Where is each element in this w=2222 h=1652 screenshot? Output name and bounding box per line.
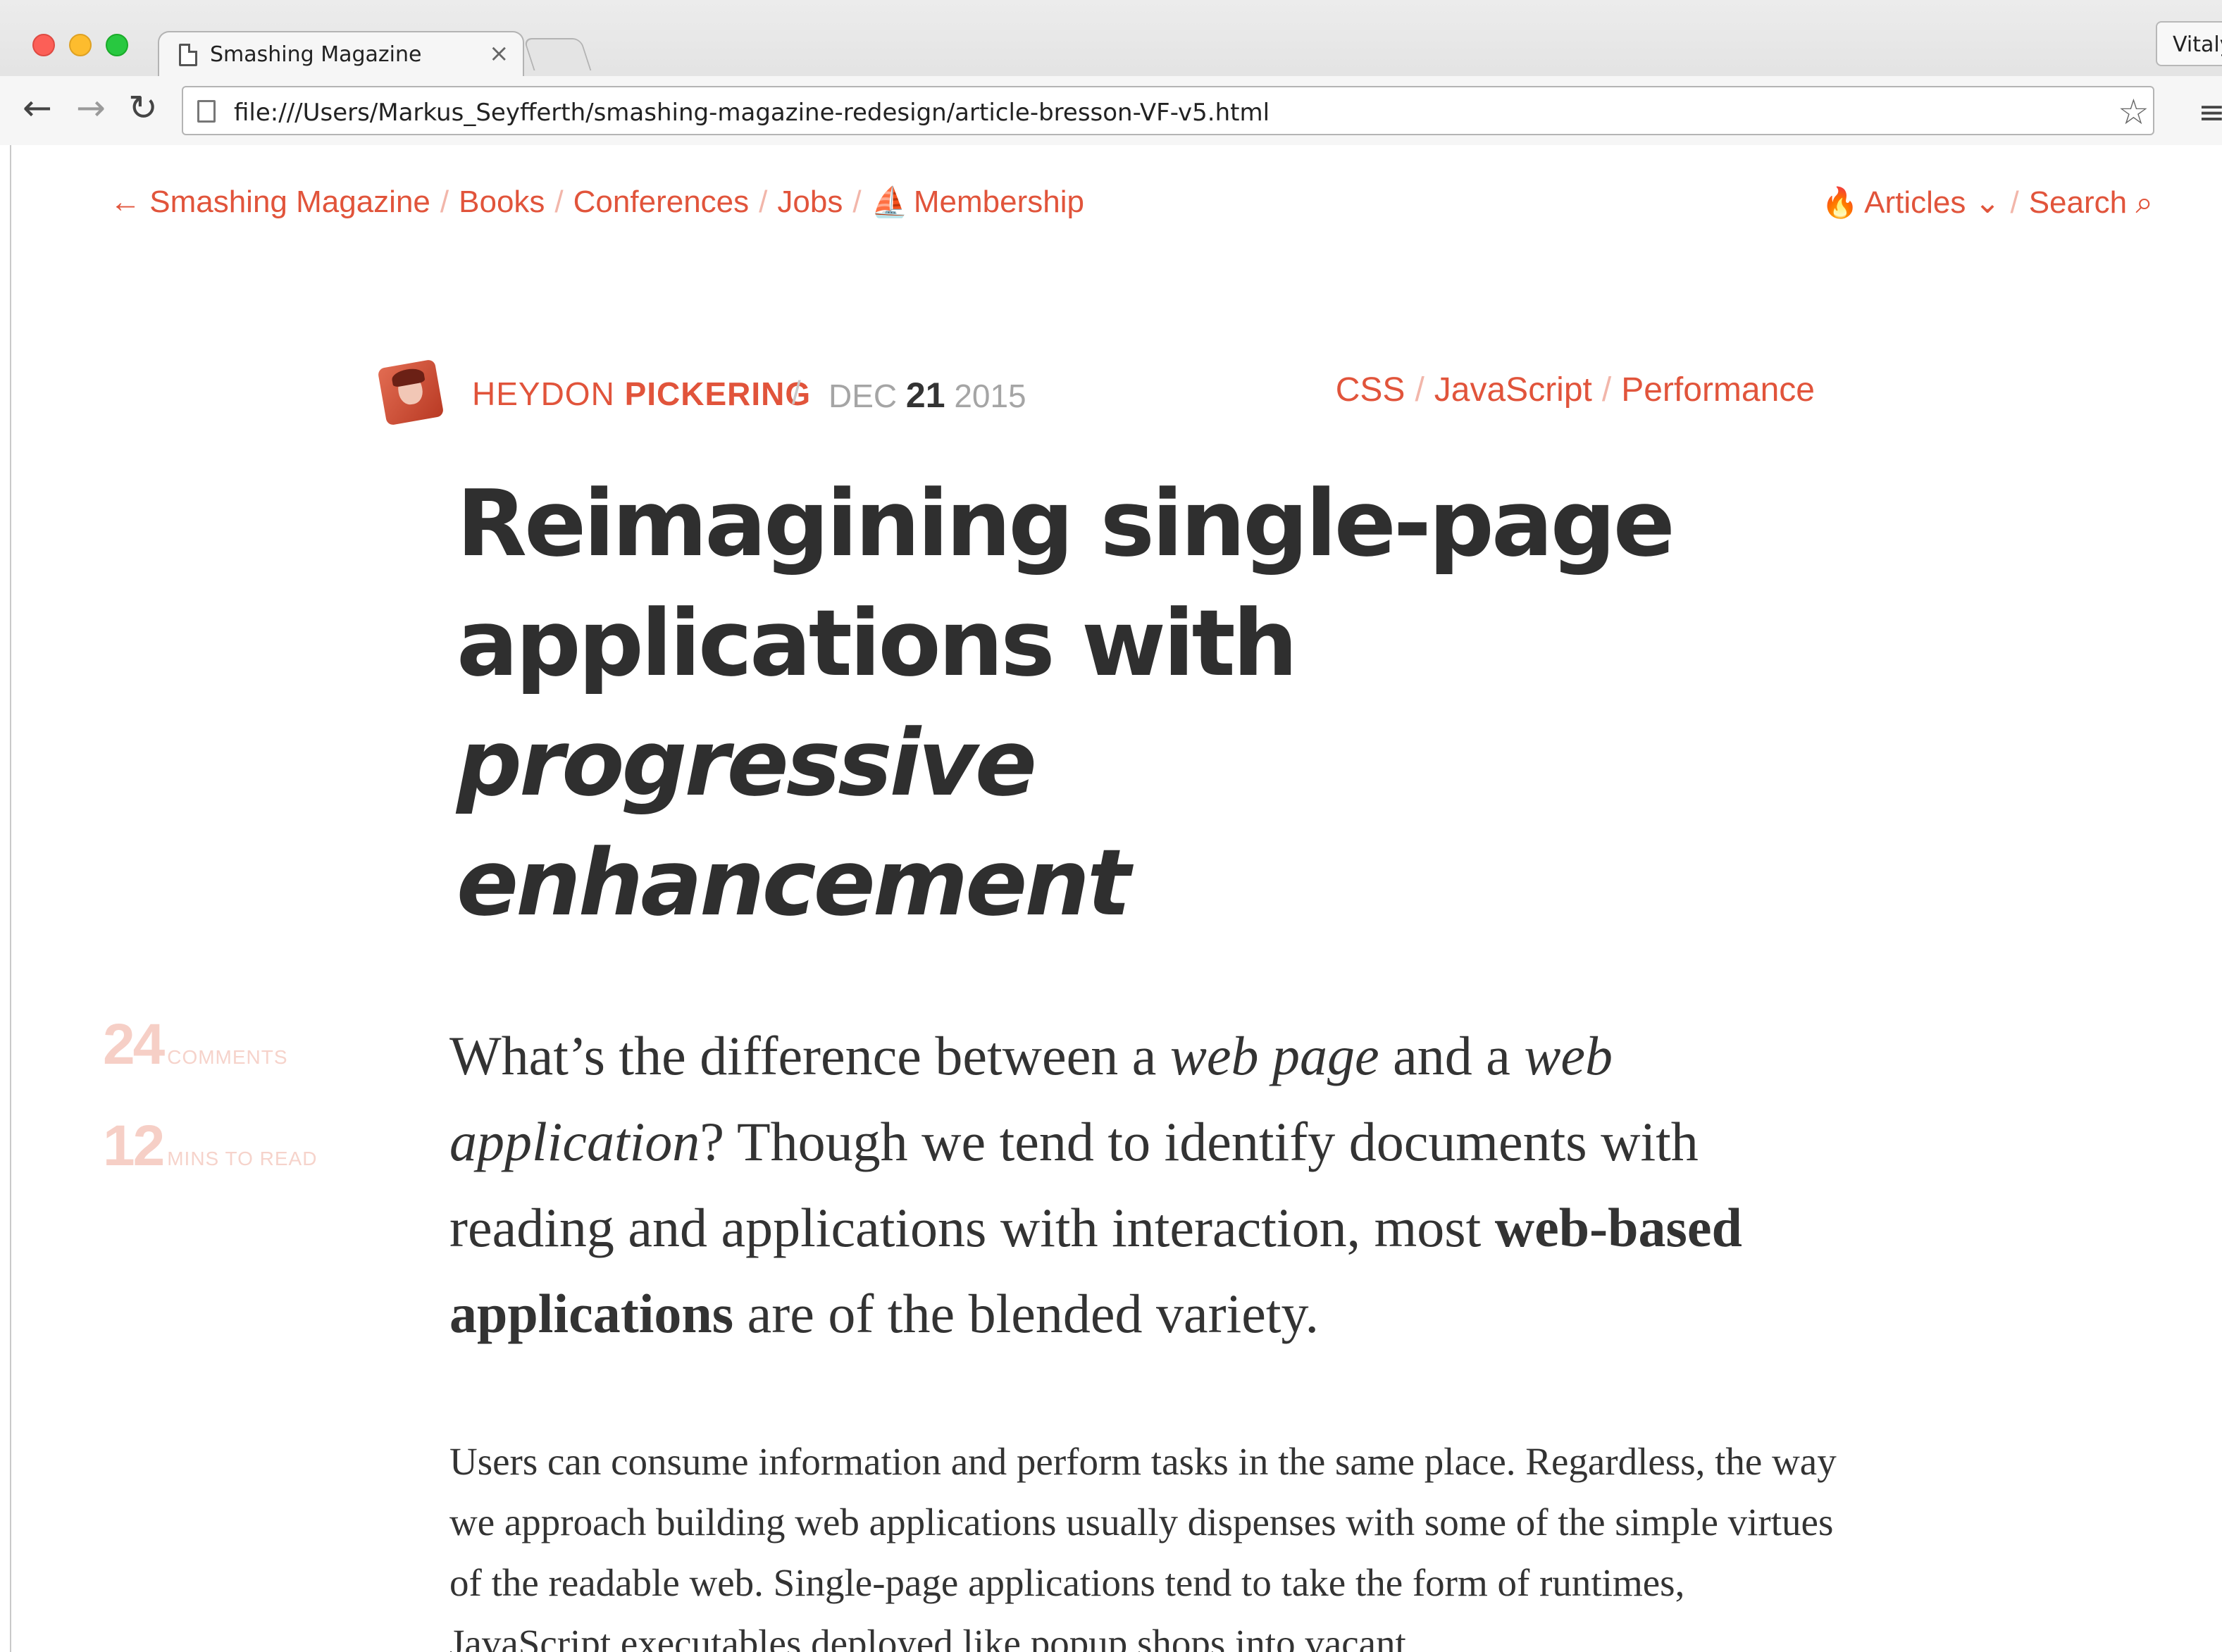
nav-separator: / — [554, 185, 564, 219]
tab-smashing-magazine[interactable]: Smashing Magazine × — [158, 31, 524, 77]
author-avatar[interactable] — [377, 359, 445, 426]
nav-link-search-label: Search — [2028, 185, 2128, 220]
article-title: Reimagining single-page applications wit… — [457, 464, 1866, 943]
reload-icon[interactable]: ↻ — [128, 87, 158, 128]
author-name[interactable]: HEYDON PICKERING — [472, 375, 811, 413]
fire-icon: 🔥 — [1821, 186, 1859, 219]
tab-strip: Smashing Magazine × Vitaly — [0, 0, 2222, 77]
article-stats: 24 COMMENTS 12 MINS TO READ — [103, 1012, 385, 1215]
page-info-icon[interactable] — [197, 100, 216, 123]
title-italic-enhancement: enhancement — [457, 829, 1131, 936]
nav-link-articles[interactable]: 🔥 Articles ⌄ — [1822, 185, 2001, 220]
forward-arrow-icon[interactable]: → — [76, 87, 106, 128]
browser-toolbar: ← → ↻ file:///Users/Markus_Seyfferth/sma… — [0, 76, 2222, 145]
author-last-name: PICKERING — [624, 375, 812, 412]
nav-separator: / — [2010, 185, 2019, 220]
date-day: 21 — [905, 375, 945, 415]
tab-title: Smashing Magazine — [210, 42, 422, 67]
tag-javascript[interactable]: JavaScript — [1434, 371, 1592, 409]
nav-link-membership-label: Membership — [913, 185, 1084, 219]
nav-link-articles-label: Articles — [1864, 185, 1966, 220]
nav-link-search[interactable]: Search ⌕ — [2029, 185, 2153, 220]
new-tab-button[interactable] — [523, 38, 592, 70]
site-navigation: ← Smashing Magazine / Books / Conferences / Jo… — [110, 185, 2153, 234]
reading-time-count: 12 — [103, 1114, 165, 1178]
title-line-2: applications with — [457, 590, 1298, 697]
article-tags: CSS / JavaScript / Performance — [1336, 371, 1815, 409]
address-bar[interactable]: file:///Users/Markus_Seyfferth/smashing-… — [182, 86, 2154, 135]
nav-link-conferences[interactable]: Conferences — [573, 185, 749, 219]
article-lead-paragraph: What’s the difference between a web page… — [449, 1013, 1844, 1357]
site-nav-left: ← Smashing Magazine / Books / Conferences / Jo… — [110, 185, 1084, 220]
nav-separator: / — [440, 185, 449, 219]
lead-text-1: What’s the difference between a — [449, 1025, 1170, 1086]
back-arrow-icon[interactable]: ← — [23, 87, 52, 128]
comments-label: COMMENTS — [167, 1046, 288, 1068]
profile-button[interactable]: Vitaly — [2156, 21, 2222, 66]
tag-css[interactable]: CSS — [1336, 371, 1405, 409]
page-viewport: ← Smashing Magazine / Books / Conferences / Jo… — [10, 145, 2222, 1652]
reading-time-stat: 12 MINS TO READ — [103, 1113, 385, 1215]
lead-text-2: and a — [1379, 1025, 1525, 1086]
author-first-name: HEYDON — [472, 375, 615, 412]
nav-link-jobs[interactable]: Jobs — [777, 185, 843, 219]
nav-link-smashing-magazine[interactable]: ← Smashing Magazine — [110, 185, 430, 219]
article-body-paragraph: Users can consume information and perfor… — [449, 1440, 1837, 1652]
document-icon — [179, 44, 197, 66]
minimize-window-button[interactable] — [69, 34, 92, 56]
publish-date: DEC 21 2015 — [828, 375, 1026, 416]
article-meta: HEYDON PICKERING / DEC 21 2015 CSS / JavaS… — [371, 356, 1815, 427]
nav-link-books[interactable]: Books — [459, 185, 545, 219]
browser-menu-icon[interactable]: ≡ — [2198, 93, 2222, 131]
zoom-window-button[interactable] — [106, 34, 128, 56]
tag-separator: / — [1415, 371, 1425, 409]
lead-text-4: are of the blended variety. — [733, 1283, 1319, 1344]
tag-performance[interactable]: Performance — [1621, 371, 1815, 409]
browser-chrome: Smashing Magazine × Vitaly ← → ↻ file://… — [0, 0, 2222, 145]
reading-time-label: MINS TO READ — [167, 1148, 318, 1169]
title-italic-progressive: progressive — [457, 709, 1037, 816]
title-line-1: Reimagining single-page — [457, 470, 1675, 577]
bookmark-star-icon[interactable]: ☆ — [2118, 92, 2149, 132]
address-url[interactable]: file:///Users/Markus_Seyfferth/smashing-… — [234, 99, 1270, 127]
nav-link-membership[interactable]: ⛵ Membership — [871, 185, 1084, 219]
tab-close-icon[interactable]: × — [489, 39, 509, 68]
comments-stat[interactable]: 24 COMMENTS — [103, 1012, 385, 1113]
comments-count: 24 — [103, 1012, 165, 1076]
date-year: 2015 — [954, 378, 1026, 414]
search-icon: ⌕ — [2135, 185, 2153, 220]
close-window-button[interactable] — [32, 34, 55, 56]
site-nav-right: 🔥 Articles ⌄ / Search ⌕ — [1822, 185, 2153, 221]
date-month: DEC — [828, 378, 898, 414]
nav-separator: / — [759, 185, 768, 219]
tag-separator: / — [1601, 371, 1612, 409]
chevron-down-icon: ⌄ — [1974, 185, 2001, 220]
sailboat-icon: ⛵ — [871, 185, 908, 218]
lead-em-web-page: web page — [1169, 1025, 1379, 1086]
meta-separator: / — [792, 374, 801, 411]
nav-separator: / — [852, 185, 862, 219]
